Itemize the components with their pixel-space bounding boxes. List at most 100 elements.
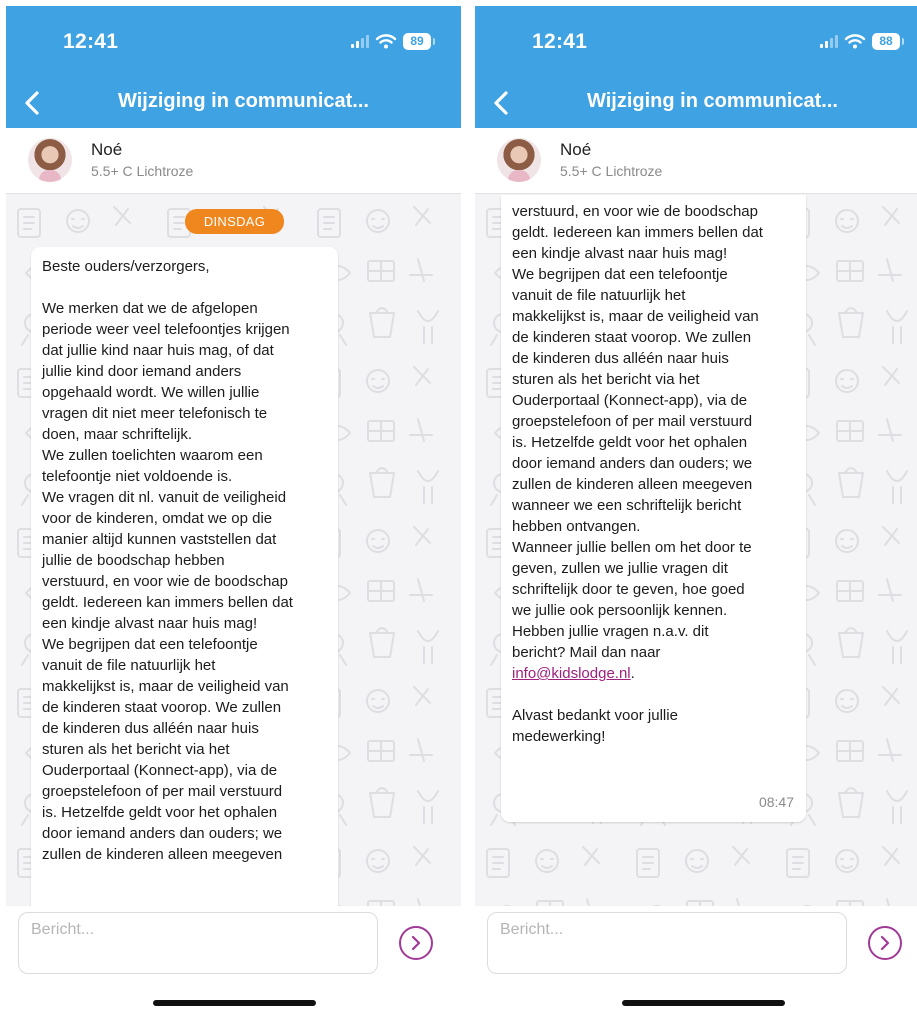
message-line: de kinderen dus alléén naar huis [512, 350, 729, 367]
message-line: de kinderen staat voorop. We zullen [42, 699, 282, 716]
message-line: hebben ontvangen. [512, 518, 641, 535]
battery-icon: 88 [872, 32, 904, 50]
message-line: Ouderportaal (Konnect-app), via de [42, 762, 278, 779]
message-line: info@kidslodge.nl. [512, 663, 792, 684]
message-line: zullen de kinderen alleen meegeven [512, 476, 753, 493]
message-input[interactable] [487, 912, 847, 974]
message-line: verstuurd, en voor wie de boodschap [42, 573, 288, 590]
message-line: Alvast bedankt voor jullie [512, 707, 678, 724]
message-line: We begrijpen dat een telefoontje [42, 636, 258, 653]
message-line: Beste ouders/verzorgers, [42, 258, 210, 275]
chevron-right-circle-icon [880, 935, 890, 951]
message-line: bericht? Mail dan naar [512, 644, 661, 661]
status-time: 12:41 [63, 30, 119, 53]
message-line: door iemand anders dan ouders; we [512, 455, 753, 472]
message-line: opgehaald wordt. We willen jullie [42, 384, 260, 401]
message-line [512, 684, 792, 705]
wifi-icon [375, 34, 397, 49]
contact-name: Noé [560, 140, 592, 159]
chevron-right-circle-icon [411, 935, 421, 951]
email-link[interactable]: info@kidslodge.nl [512, 665, 631, 682]
message-line: makkelijkst is, maar de veiligheid van [512, 308, 759, 325]
status-time: 12:41 [532, 30, 588, 53]
message-line: We vragen dit nl. vanuit de veiligheid [42, 489, 287, 506]
message-line: is. Hetzelfde geldt voor het ophalen [42, 804, 278, 821]
message-line: jullie kind door iemand anders [42, 363, 242, 380]
message-line: is. Hetzelfde geldt voor het ophalen [512, 434, 748, 451]
phone-screen-right: 12:41 88 Wijziging in communicat... Noé … [475, 6, 917, 1010]
message-line: een kindje alvast naar huis mag! [42, 615, 258, 632]
day-badge: DINSDAG [185, 209, 284, 234]
message-line: vanuit de file natuurlijk het [42, 657, 216, 674]
message-line: geven, zullen we jullie vragen dit [512, 560, 728, 577]
message-line: sturen als het bericht via het [512, 371, 700, 388]
message-line: verstuurd, en voor wie de boodschap [512, 203, 758, 220]
message-line: een kindje alvast naar huis mag! [512, 245, 728, 262]
message-input[interactable] [18, 912, 378, 974]
send-button[interactable] [399, 926, 433, 960]
message-line: Hebben jullie vragen n.a.v. dit [512, 623, 709, 640]
home-indicator[interactable] [622, 1000, 785, 1006]
status-icons: 88 [820, 30, 904, 52]
avatar [28, 138, 72, 182]
back-button[interactable] [16, 86, 48, 120]
avatar [497, 138, 541, 182]
message-line: Wanneer jullie bellen om het door te [512, 539, 752, 556]
message-line: sturen als het bericht via het [42, 741, 230, 758]
contact-name: Noé [91, 140, 123, 159]
message-bubble: Beste ouders/verzorgers, We merken dat we… [31, 247, 338, 906]
page-title: Wijziging in communicat... [587, 90, 838, 112]
message-line: We zullen toelichten waarom een [42, 447, 263, 464]
message-composer [6, 906, 461, 1010]
message-line: makkelijkst is, maar de veiligheid van [42, 678, 289, 695]
email-suffix: . [630, 665, 635, 682]
page-title: Wijziging in communicat... [118, 90, 369, 112]
message-timestamp: 08:47 [758, 794, 794, 810]
contact-header: Noé 5.5+ C Lichtroze [6, 128, 461, 194]
message-line: groepstelefoon of per mail verstuurd [512, 413, 753, 430]
cellular-signal-icon [820, 34, 838, 48]
chevron-left-icon [494, 91, 508, 115]
wifi-icon [844, 34, 866, 49]
message-line [42, 277, 324, 298]
message-line: door iemand anders dan ouders; we [42, 825, 283, 842]
message-composer [475, 906, 917, 1010]
message-line: geldt. Iedereen kan immers bellen dat [512, 224, 763, 241]
home-indicator[interactable] [153, 1000, 316, 1006]
phone-screen-left: 12:41 89 Wijziging in communicat... Noé … [6, 6, 461, 1010]
message-line: We merken dat we de afgelopen [42, 300, 258, 317]
message-line: telefoontje niet voldoende is. [42, 468, 233, 485]
message-line: doen, maar schriftelijk. [42, 426, 193, 443]
message-line: groepstelefoon of per mail verstuurd [42, 783, 283, 800]
navigation-header: 12:41 89 Wijziging in communicat... [6, 6, 461, 128]
cellular-signal-icon [351, 34, 369, 48]
message-line: vanuit de file natuurlijk het [512, 287, 686, 304]
message-line: zullen de kinderen alleen meegeven [42, 846, 283, 863]
message-line: geldt. Iedereen kan immers bellen dat [42, 594, 293, 611]
message-line: We begrijpen dat een telefoontje [512, 266, 728, 283]
message-line: vragen dit niet meer telefonisch te [42, 405, 268, 422]
message-line: de kinderen staat voorop. We zullen [512, 329, 752, 346]
status-icons: 89 [351, 30, 435, 52]
contact-group: 5.5+ C Lichtroze [91, 163, 194, 179]
message-line: jullie de boodschap hebben [42, 552, 225, 569]
message-line: we jullie ook persoonlijk kennen. [512, 602, 728, 619]
contact-group: 5.5+ C Lichtroze [560, 163, 663, 179]
message-line: periode weer veel telefoontjes krijgen [42, 321, 290, 338]
chat-area[interactable]: verstuurd, en voor wie de boodschap geldt… [475, 195, 917, 906]
battery-icon: 89 [403, 32, 435, 50]
back-button[interactable] [485, 86, 517, 120]
message-bubble: verstuurd, en voor wie de boodschap geldt… [501, 195, 806, 822]
message-line: schriftelijk door te geven, hoe goed [512, 581, 745, 598]
message-line: medewerking! [512, 728, 606, 745]
navigation-header: 12:41 88 Wijziging in communicat... [475, 6, 917, 128]
contact-header: Noé 5.5+ C Lichtroze [475, 128, 917, 194]
message-line: Ouderportaal (Konnect-app), via de [512, 392, 748, 409]
send-button[interactable] [868, 926, 902, 960]
message-line: de kinderen dus alléén naar huis [42, 720, 259, 737]
message-line: wanneer we een schriftelijk bericht [512, 497, 742, 514]
chat-area[interactable]: DINSDAG Beste ouders/verzorgers, We merke… [6, 195, 461, 906]
message-line: manier altijd kunnen vaststellen dat [42, 531, 277, 548]
message-line: dat jullie kind naar huis mag, of dat [42, 342, 274, 359]
message-line: voor de kinderen, omdat we op die [42, 510, 273, 527]
